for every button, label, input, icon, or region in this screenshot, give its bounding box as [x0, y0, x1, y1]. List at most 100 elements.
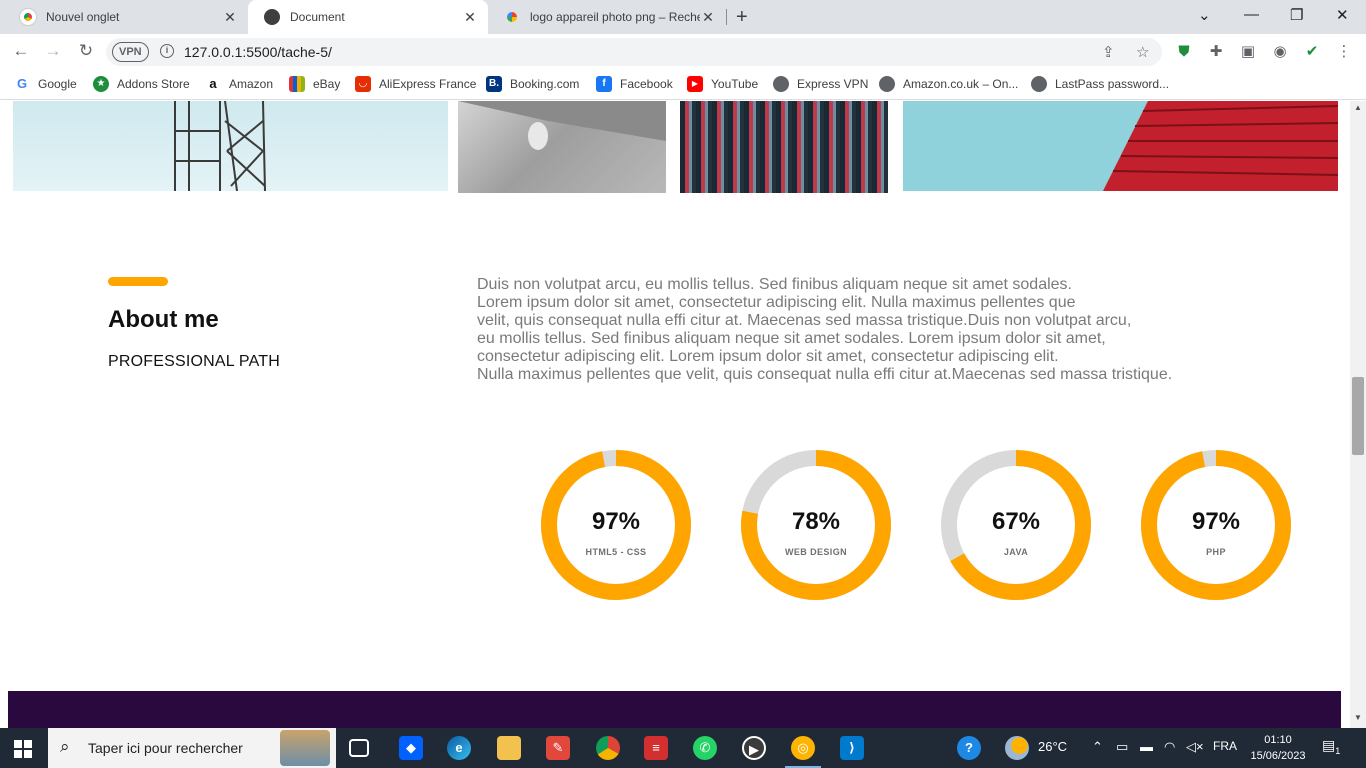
- amazon-icon: a: [205, 76, 221, 92]
- taskbar-search-placeholder: Taper ici pour rechercher: [88, 740, 243, 756]
- address-bar[interactable]: VPN i 127.0.0.1:5500/tache-5/ ⇪ ☆: [106, 38, 1162, 66]
- vpn-app-icon[interactable]: ◎: [785, 736, 821, 768]
- close-tab-icon[interactable]: ✕: [700, 9, 716, 26]
- windows-taskbar: ⌕ Taper ici pour rechercher ◆ e ✎ ≡ ✆ ▶ …: [0, 728, 1366, 768]
- wifi-icon[interactable]: ◠: [1164, 739, 1175, 755]
- bookmark-ebay[interactable]: eBay: [289, 76, 340, 92]
- whatsapp-icon[interactable]: ✆: [693, 736, 717, 760]
- restore-button[interactable]: ❐: [1290, 6, 1303, 24]
- globe-icon: [879, 76, 895, 92]
- search-highlight-image: [280, 730, 330, 766]
- skill-label: HTML5 - CSS: [585, 547, 647, 557]
- vscode-icon[interactable]: ⟩: [840, 736, 864, 760]
- google-icon: [504, 9, 520, 25]
- taskbar-clock[interactable]: 01:10 15/06/2023: [1248, 732, 1308, 764]
- close-tab-icon[interactable]: ✕: [222, 9, 238, 26]
- bookmark-addons-store[interactable]: ★ Addons Store: [93, 76, 190, 92]
- bookmarks-bar: G Google ★ Addons Store a Amazon eBay ◡ …: [0, 70, 1366, 100]
- profile-avatar-icon[interactable]: ◉: [1270, 42, 1290, 62]
- volume-muted-icon[interactable]: ◁×: [1186, 739, 1204, 755]
- footer-section: [8, 691, 1341, 728]
- show-hidden-icons-chevron-icon[interactable]: ⌃: [1092, 739, 1103, 755]
- security-check-icon[interactable]: ✔: [1302, 42, 1322, 62]
- globe-icon: [1031, 76, 1047, 92]
- vpn-badge[interactable]: VPN: [112, 42, 149, 62]
- tower-illustration: [174, 101, 266, 191]
- tab-separator: [726, 9, 727, 25]
- chrome-icon: [20, 9, 36, 25]
- tab-new-tab[interactable]: Nouvel onglet ✕: [4, 0, 248, 34]
- globe-icon: [264, 9, 280, 25]
- paragraph-line: consectetur adipiscing elit. Lorem ipsum…: [477, 348, 1059, 365]
- skill-percent: 97%: [1191, 508, 1241, 535]
- tab-title: Nouvel onglet: [46, 10, 120, 24]
- scroll-down-arrow[interactable]: ▼: [1350, 713, 1366, 722]
- search-icon: ⌕: [60, 737, 70, 756]
- input-language[interactable]: FRA: [1213, 739, 1237, 753]
- new-tab-button[interactable]: +: [736, 6, 748, 29]
- bookmark-label: Amazon.co.uk – On...: [903, 77, 1019, 91]
- bookmark-amazon[interactable]: a Amazon: [205, 76, 273, 92]
- back-button[interactable]: ←: [10, 41, 32, 61]
- tab-document[interactable]: Document ✕: [248, 0, 488, 34]
- tab-google-search[interactable]: logo appareil photo png – Reche ✕: [488, 0, 726, 34]
- close-tab-icon[interactable]: ✕: [462, 9, 478, 26]
- shield-extension-icon[interactable]: ⛊: [1174, 42, 1194, 62]
- paragraph-line: Lorem ipsum dolor sit amet, consectetur …: [477, 294, 1076, 311]
- close-window-button[interactable]: ✕: [1336, 6, 1349, 24]
- notification-center-icon[interactable]: ▤1: [1322, 737, 1346, 759]
- task-view-icon[interactable]: [349, 739, 369, 757]
- bookmark-express-vpn[interactable]: Express VPN: [773, 76, 868, 92]
- url-text[interactable]: 127.0.0.1:5500/tache-5/: [184, 44, 332, 60]
- help-icon[interactable]: ?: [957, 736, 981, 760]
- clock-time: 01:10: [1264, 734, 1292, 746]
- bookmark-youtube[interactable]: ▶ YouTube: [687, 76, 758, 92]
- bookmark-lastpass[interactable]: LastPass password...: [1031, 76, 1169, 92]
- scroll-thumb[interactable]: [1352, 377, 1364, 455]
- battery-icon[interactable]: ▬: [1140, 739, 1153, 754]
- extensions-puzzle-icon[interactable]: ✚: [1206, 42, 1226, 62]
- bookmark-booking[interactable]: B. Booking.com: [486, 76, 579, 92]
- minimize-button[interactable]: —: [1244, 6, 1259, 23]
- bookmark-facebook[interactable]: f Facebook: [596, 76, 673, 92]
- paint-app-icon[interactable]: ✎: [546, 736, 570, 760]
- bookmark-label: Facebook: [620, 77, 673, 91]
- youtube-icon: ▶: [687, 76, 703, 92]
- scroll-up-arrow[interactable]: ▲: [1350, 103, 1366, 112]
- tab-title: Document: [290, 10, 345, 24]
- bookmark-label: eBay: [313, 77, 341, 91]
- side-panel-icon[interactable]: ▣: [1238, 42, 1258, 62]
- bookmark-amazon-uk[interactable]: Amazon.co.uk – On...: [879, 76, 1018, 92]
- tab-search-button[interactable]: ⌄: [1198, 6, 1211, 24]
- weather-temperature[interactable]: 26°C: [1038, 739, 1067, 754]
- meet-now-icon[interactable]: ▭: [1116, 739, 1128, 755]
- bookmark-aliexpress[interactable]: ◡ AliExpress France: [355, 76, 476, 92]
- menu-kebab-icon[interactable]: ⋮: [1334, 42, 1354, 62]
- tab-strip: Nouvel onglet ✕ Document ✕ logo appareil…: [0, 0, 1366, 34]
- skill-percent: 67%: [991, 508, 1041, 535]
- stack-app-icon[interactable]: ≡: [644, 736, 668, 760]
- page-viewport: About me PROFESSIONAL PATH Duis non volu…: [0, 101, 1350, 728]
- gallery-image-red-facade: [903, 101, 1338, 191]
- bookmark-google[interactable]: G Google: [14, 76, 77, 92]
- gallery-image-building: [680, 101, 888, 193]
- reload-button[interactable]: ↻: [75, 41, 97, 61]
- page-scrollbar[interactable]: ▲ ▼: [1350, 101, 1366, 728]
- windows-start-button[interactable]: [14, 740, 32, 758]
- media-player-icon[interactable]: ▶: [742, 736, 766, 760]
- forward-button[interactable]: →: [42, 41, 64, 61]
- addons-icon: ★: [93, 76, 109, 92]
- bookmark-label: LastPass password...: [1055, 77, 1170, 91]
- share-icon[interactable]: ⇪: [1102, 43, 1115, 61]
- file-explorer-icon[interactable]: [497, 736, 521, 760]
- weather-icon[interactable]: [1005, 736, 1029, 760]
- chrome-profile-icon[interactable]: [596, 736, 620, 760]
- taskbar-search-box[interactable]: ⌕ Taper ici pour rechercher: [48, 728, 336, 768]
- site-info-icon[interactable]: i: [160, 44, 174, 58]
- bookmark-label: Express VPN: [797, 77, 869, 91]
- skill-percent: 78%: [791, 508, 841, 535]
- dropbox-icon[interactable]: ◆: [399, 736, 423, 760]
- bookmark-star-icon[interactable]: ☆: [1136, 43, 1149, 61]
- paragraph-line: velit, quis consequat nulla effi citur a…: [477, 312, 1132, 329]
- edge-icon[interactable]: e: [447, 736, 471, 760]
